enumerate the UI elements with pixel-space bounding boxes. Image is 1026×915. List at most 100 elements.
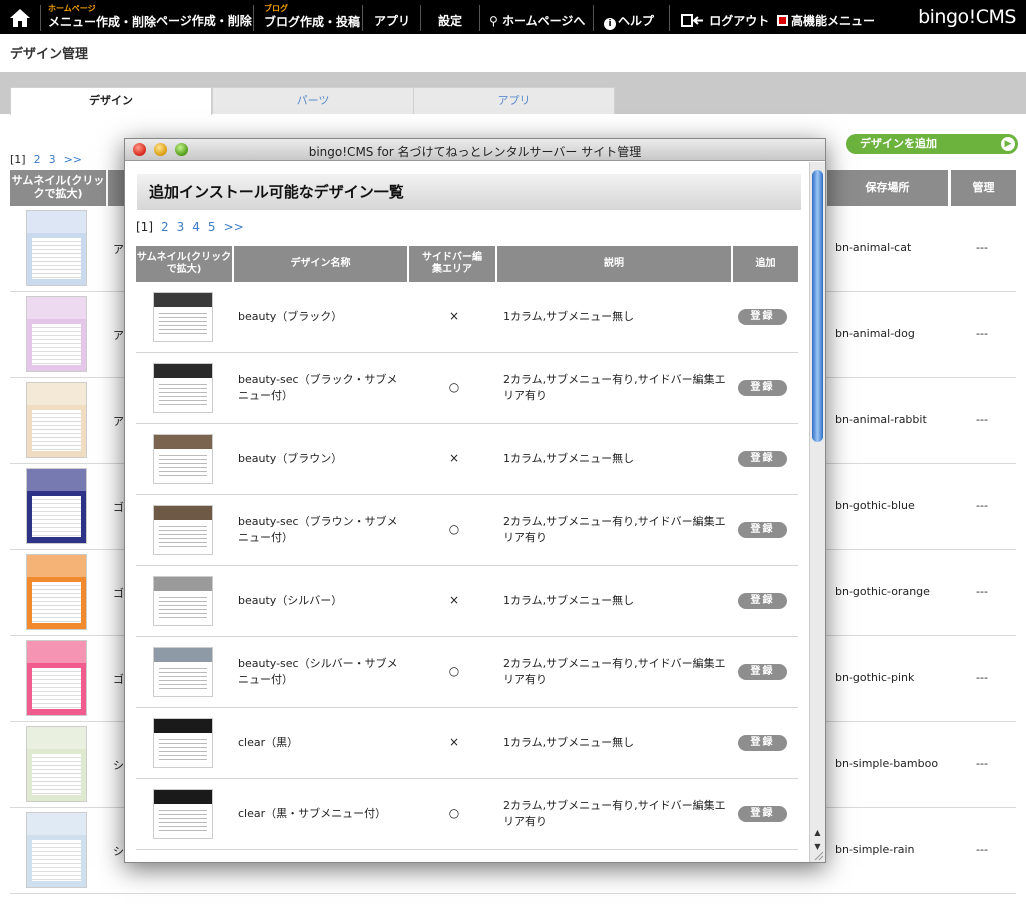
design-manage: --- (976, 327, 988, 340)
design-thumbnail[interactable] (153, 718, 213, 768)
design-thumbnail[interactable] (26, 812, 87, 888)
design-name: ア (113, 415, 124, 428)
thumbnail-header (154, 506, 212, 521)
thumbnail-header (27, 211, 86, 234)
design-thumbnail[interactable] (26, 554, 87, 630)
modal-col-add-header: 追加 (733, 246, 798, 282)
nav-blog-label: ブログ作成・投稿 (264, 15, 361, 29)
design-name: beauty（シルバー） (238, 594, 343, 607)
design-thumbnail[interactable] (153, 576, 213, 626)
design-name: clear（黒） (238, 736, 299, 749)
design-thumbnail[interactable] (153, 434, 213, 484)
register-button[interactable]: 登録 (738, 309, 787, 325)
design-thumbnail[interactable] (26, 296, 87, 372)
design-thumbnail[interactable] (26, 382, 87, 458)
table-row: beauty（シルバー） × 1カラム,サブメニュー無し 登録 (136, 566, 798, 637)
design-manage: --- (976, 413, 988, 426)
nav-menu-label: メニュー作成・削除 (48, 15, 157, 29)
register-button[interactable]: 登録 (738, 380, 787, 396)
search-icon: ⚲ (489, 14, 498, 28)
thumbnail-body (158, 807, 208, 835)
design-thumbnail[interactable] (26, 640, 87, 716)
design-thumbnail[interactable] (26, 468, 87, 544)
tab-parts[interactable]: パーツ (212, 87, 414, 114)
add-design-button[interactable]: デザインを追加 ▶ (846, 134, 1018, 154)
scrollbar-thumb[interactable] (812, 170, 823, 442)
modal-body: 追加インストール可能なデザイン一覧 [1] 2 3 4 5 >> サムネイル(クリックで拡… (125, 162, 809, 862)
tab-apps[interactable]: アプリ (413, 87, 615, 114)
design-thumbnail[interactable] (153, 363, 213, 413)
design-name: beauty-sec（シルバー・サブメニュー付） (238, 657, 398, 686)
nav-page-label: ページ作成・削除 (156, 14, 252, 28)
nav-settings-label: 設定 (438, 14, 463, 28)
register-button[interactable]: 登録 (738, 593, 787, 609)
thumbnail-header (154, 648, 212, 663)
thumbnail-header (154, 435, 212, 450)
design-thumbnail[interactable] (153, 505, 213, 555)
thumbnail-body (31, 667, 82, 710)
thumbnail-body (158, 736, 208, 764)
design-thumbnail[interactable] (153, 292, 213, 342)
thumbnail-header (154, 293, 212, 308)
col-manage-header: 管理 (951, 170, 1016, 206)
register-button[interactable]: 登録 (738, 806, 787, 822)
design-description: 2カラム,サブメニュー有り,サイドバー編集エリア有り (503, 799, 726, 828)
design-location: bn-gothic-blue (835, 499, 915, 512)
modal-col-desc-label: 説明 (604, 258, 624, 269)
thumbnail-body (31, 839, 82, 882)
table-row: clear（黒） × 1カラム,サブメニュー無し 登録 (136, 708, 798, 779)
page-link[interactable]: 2 (161, 220, 169, 234)
home-icon[interactable] (8, 7, 32, 29)
design-name: ゴ (113, 587, 124, 600)
col-location-header: 保存場所 (827, 170, 948, 206)
nav-homepage-label: ホームページへ (501, 14, 586, 28)
page-link[interactable]: 2 (34, 153, 41, 166)
scroll-up-arrow[interactable]: ▲ (812, 828, 823, 840)
design-location: bn-animal-rabbit (835, 413, 927, 426)
sidebar-availability: × (448, 593, 460, 607)
design-manage: --- (976, 499, 988, 512)
thumbnail-header (154, 577, 212, 592)
design-name: beauty（ブラウン） (238, 452, 343, 465)
thumbnail-header (27, 813, 86, 836)
resize-grip-icon[interactable] (812, 849, 824, 861)
register-button[interactable]: 登録 (738, 735, 787, 751)
page-next[interactable]: >> (64, 153, 82, 166)
design-description: 1カラム,サブメニュー無し (503, 736, 635, 749)
table-row: beauty（ブラウン） × 1カラム,サブメニュー無し 登録 (136, 424, 798, 495)
thumbnail-header (154, 364, 212, 379)
thumbnail-body (158, 665, 208, 693)
register-button[interactable]: 登録 (738, 664, 787, 680)
page-link[interactable]: 3 (177, 220, 185, 234)
design-thumbnail[interactable] (153, 789, 213, 839)
page-link[interactable]: 3 (49, 153, 56, 166)
design-thumbnail[interactable] (26, 726, 87, 802)
design-description: 1カラム,サブメニュー無し (503, 310, 635, 323)
top-nav: ホームページ メニュー作成・削除 ページ作成・削除 ブログ ブログ作成・投稿 ア… (0, 0, 1026, 34)
page-pager: [1] 2 3 >> (10, 153, 90, 166)
design-thumbnail[interactable] (26, 210, 87, 286)
register-button[interactable]: 登録 (738, 451, 787, 467)
thumbnail-body (158, 310, 208, 338)
page-next[interactable]: >> (224, 220, 244, 234)
design-name: シ (113, 845, 124, 858)
page-link[interactable]: 5 (208, 220, 216, 234)
modal-titlebar[interactable]: bingo!CMS for 名づけてねっとレンタルサーバー サイト管理 (125, 139, 825, 161)
modal-scrollbar[interactable]: ▲ ▼ (809, 162, 825, 862)
modal-col-thumb-label: サムネイル(クリックで拡大) (136, 252, 232, 275)
design-name: beauty（ブラック） (238, 310, 343, 323)
page-link[interactable]: 4 (192, 220, 200, 234)
design-description: 2カラム,サブメニュー有り,サイドバー編集エリア有り (503, 515, 726, 544)
table-row: beauty-sec（ブラック・サブメニュー付） ○ 2カラム,サブメニュー有り,サ… (136, 353, 798, 424)
tab-design[interactable]: デザイン (10, 87, 212, 115)
nav-app-label: アプリ (374, 14, 411, 28)
register-button[interactable]: 登録 (738, 522, 787, 538)
table-row: clear（黒・サブメニュー付） ○ 2カラム,サブメニュー有り,サイドバー編集エリ… (136, 779, 798, 850)
design-location: bn-animal-cat (835, 241, 912, 254)
modal-pager: [1] 2 3 4 5 >> (136, 220, 252, 234)
modal-col-add-label: 追加 (755, 258, 776, 269)
thumbnail-body (158, 381, 208, 409)
design-thumbnail[interactable] (153, 647, 213, 697)
design-name: beauty-sec（ブラウン・サブメニュー付） (238, 515, 398, 544)
nav-divider (40, 5, 41, 31)
